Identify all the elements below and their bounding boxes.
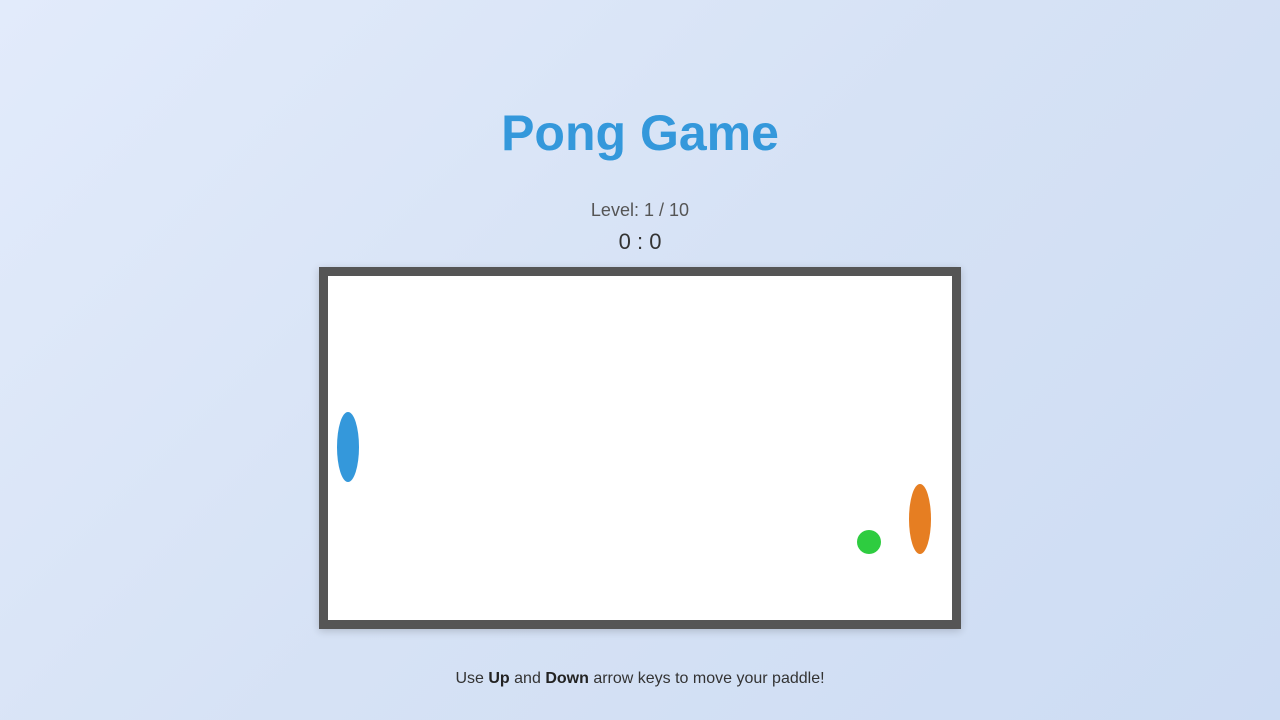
level-max: 10 [669,200,690,220]
instructions-prefix: Use [455,670,484,687]
instructions-suffix: arrow keys to move your paddle! [593,670,825,687]
level-current: 1 [643,200,654,220]
player-paddle[interactable] [337,412,359,482]
level-separator: / [659,200,665,220]
game-title: Pong Game [501,105,779,161]
level-label: Level: [590,200,639,220]
level-indicator: Level: 1 / 10 [0,199,1280,221]
score-separator: : [636,229,644,254]
ball [857,530,881,554]
key-up-label: Up [488,670,510,687]
game-board[interactable] [319,267,961,629]
instructions-and: and [514,670,541,687]
instructions-text: Use Up and Down arrow keys to move your … [0,669,1280,689]
opponent-paddle [909,484,931,554]
player-score: 0 [618,229,631,254]
key-down-label: Down [545,670,589,687]
opponent-score: 0 [649,229,662,254]
scoreboard: 0 : 0 [0,229,1280,255]
